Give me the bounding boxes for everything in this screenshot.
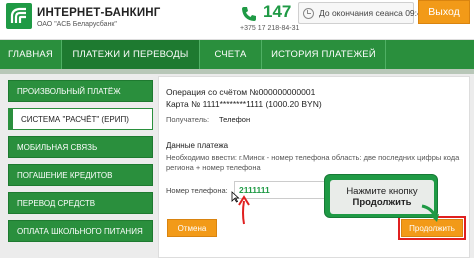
sidebar-item-free-payment[interactable]: ПРОИЗВОЛЬНЫЙ ПЛАТЁЖ	[8, 80, 153, 102]
sidebar-item-erip[interactable]: СИСТЕМА "РАСЧЁТ" (ЕРИП)	[8, 108, 153, 130]
phone-short-number: 147	[263, 2, 292, 21]
operation-line: Операция со счётом №000000000001	[166, 87, 316, 97]
callout-body: Нажмите кнопку Продолжить	[330, 180, 434, 214]
recipient-value: Телефон	[219, 115, 251, 124]
card-line: Карта № 1111********1111 (1000.20 BYN)	[166, 99, 322, 109]
phone-field-label: Номер телефона:	[166, 186, 228, 195]
logout-button[interactable]: Выход	[418, 0, 470, 24]
cancel-button[interactable]: Отмена	[167, 219, 217, 237]
top-navigation: ГЛАВНАЯ ПЛАТЕЖИ И ПЕРЕВОДЫ СЧЕТА ИСТОРИЯ…	[0, 40, 474, 69]
session-timer: До окончания сеанса 09:45	[298, 2, 426, 24]
tab-payment-history[interactable]: ИСТОРИЯ ПЛАТЕЖЕЙ	[262, 40, 386, 69]
header: ИНТЕРНЕТ-БАНКИНГ ОАО "АСБ Беларусбанк" 1…	[0, 0, 474, 40]
sidebar-item-school-meals[interactable]: ОПЛАТА ШКОЛЬНОГО ПИТАНИЯ	[8, 220, 153, 242]
callout-line-2: Продолжить	[352, 197, 412, 208]
session-timer-text: До окончания сеанса 09:45	[319, 8, 427, 18]
brand-subtitle: ОАО "АСБ Беларусбанк"	[37, 21, 117, 28]
phone-field-value: 2111111	[239, 185, 270, 195]
logo-icon	[6, 3, 32, 29]
up-arrow-icon	[238, 195, 250, 225]
tab-main[interactable]: ГЛАВНАЯ	[0, 40, 62, 69]
clock-icon	[303, 8, 314, 19]
phone-full-number: +375 17 218-84-31	[240, 25, 300, 32]
payment-data-title: Данные платежа	[166, 141, 229, 150]
sidebar-item-mobile[interactable]: МОБИЛЬНАЯ СВЯЗЬ	[8, 136, 153, 158]
brand-title: ИНТЕРНЕТ-БАНКИНГ	[37, 7, 161, 19]
callout-line-1: Нажмите кнопку	[346, 186, 418, 197]
sidebar: ПРОИЗВОЛЬНЫЙ ПЛАТЁЖ СИСТЕМА "РАСЧЁТ" (ЕР…	[8, 80, 153, 248]
payment-panel: Операция со счётом №000000000001 Карта №…	[158, 76, 470, 258]
tab-accounts[interactable]: СЧЕТА	[200, 40, 262, 69]
tab-payments-transfers[interactable]: ПЛАТЕЖИ И ПЕРЕВОДЫ	[62, 40, 200, 69]
recipient-label: Получатель:	[166, 115, 210, 124]
callout-arrow-icon	[421, 204, 439, 222]
phone-icon	[242, 7, 256, 21]
sidebar-item-loans[interactable]: ПОГАШЕНИЕ КРЕДИТОВ	[8, 164, 153, 186]
hint-text: Необходимо ввести: г.Минск - номер телеф…	[166, 153, 460, 172]
nav-divider	[0, 69, 474, 74]
sidebar-item-transfer[interactable]: ПЕРЕВОД СРЕДСТВ	[8, 192, 153, 214]
